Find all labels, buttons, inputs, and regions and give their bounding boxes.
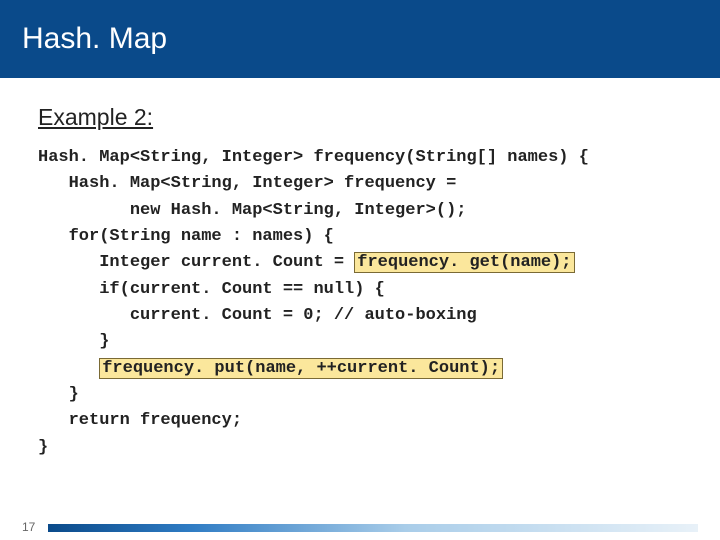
footer-gradient-bar [48,524,698,532]
code-highlight-put: frequency. put(name, ++current. Count); [99,358,503,379]
footer: 17 [0,518,720,540]
slide-title: Hash. Map [22,22,167,56]
code-line [38,359,99,378]
code-line: } [38,332,109,351]
code-line: } [38,385,79,404]
code-comment: auto-boxing [364,306,476,325]
content-area: Example 2: Hash. Map<String, Integer> fr… [0,78,720,461]
code-highlight-get: frequency. get(name); [354,252,574,273]
code-line: Hash. Map<String, Integer> frequency = [38,174,456,193]
code-line: new Hash. Map<String, Integer>(); [38,201,466,220]
code-line: if(current. Count == null) { [38,280,385,299]
code-line: Hash. Map<String, Integer> frequency(Str… [38,148,589,167]
code-line: } [38,438,48,457]
code-line: for(String name : names) { [38,227,334,246]
title-bar: Hash. Map [0,0,720,78]
example-heading: Example 2: [38,104,688,131]
code-line: Integer current. Count = [38,253,354,272]
slide: Hash. Map Example 2: Hash. Map<String, I… [0,0,720,540]
page-number: 17 [22,520,35,534]
code-line: current. Count = 0; // [38,306,364,325]
code-block: Hash. Map<String, Integer> frequency(Str… [38,145,688,461]
code-line: return frequency; [38,411,242,430]
